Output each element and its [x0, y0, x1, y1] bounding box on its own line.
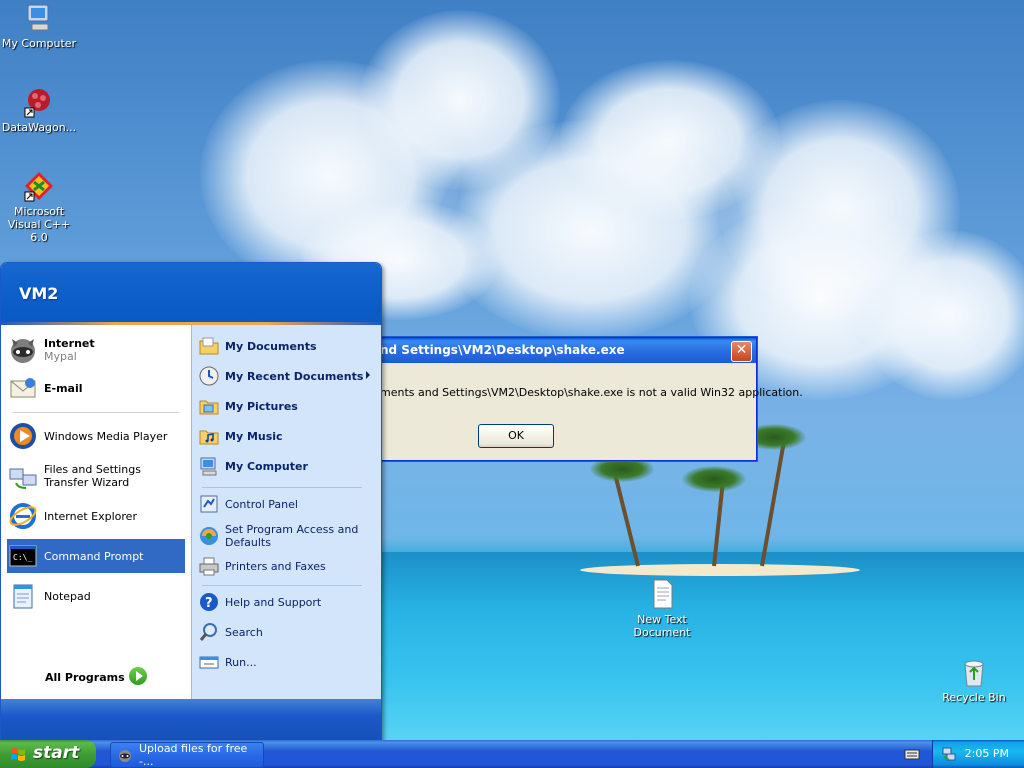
- email-icon: [7, 372, 39, 404]
- run-icon: [198, 651, 220, 673]
- close-icon: ✕: [735, 342, 748, 358]
- datawagon-desktop-icon[interactable]: DataWagon...: [0, 86, 79, 134]
- svg-text:?: ?: [205, 596, 213, 611]
- text-document-icon: [653, 579, 673, 609]
- desktop-icon-label: Recycle Bin: [942, 691, 1006, 704]
- error-dialog: nd Settings\VM2\Desktop\shake.exe ✕ ment…: [373, 337, 803, 461]
- start-item-label: My Pictures: [225, 399, 298, 413]
- start-item-run[interactable]: Run...: [198, 649, 376, 675]
- start-item-label: Files and Settings Transfer Wizard: [44, 463, 141, 489]
- user-name: VM2: [19, 284, 59, 303]
- computer-icon: [198, 455, 220, 477]
- program-access-icon: [198, 525, 220, 547]
- notepad-icon: [7, 580, 39, 612]
- new-text-document-desktop-icon[interactable]: New Text Document: [622, 578, 702, 639]
- start-item-my-pictures[interactable]: My Pictures: [198, 393, 376, 419]
- arrow-right-icon: [129, 667, 147, 685]
- keyboard-icon[interactable]: [904, 746, 920, 762]
- dialog-message: ments and Settings\VM2\Desktop\shake.exe…: [380, 386, 803, 399]
- pictures-folder-icon: [198, 395, 220, 417]
- start-item-printers-and-faxes[interactable]: Printers and Faxes: [198, 553, 376, 579]
- start-label: start: [33, 743, 80, 763]
- taskbar-item-upload[interactable]: Upload files for free -...: [110, 742, 264, 768]
- start-item-label: Control Panel: [225, 497, 298, 511]
- windows-flag-icon: [11, 748, 25, 761]
- start-item-files-settings-transfer[interactable]: Files and Settings Transfer Wizard: [7, 459, 185, 493]
- svg-text:C:\_: C:\_: [13, 553, 32, 562]
- start-item-my-recent-documents[interactable]: My Recent Documents: [198, 363, 376, 389]
- start-item-label: Help and Support: [225, 595, 322, 609]
- start-item-label: My Computer: [225, 459, 308, 473]
- start-item-windows-media-player[interactable]: Windows Media Player: [7, 419, 185, 453]
- start-item-label: Internet Explorer: [44, 509, 137, 523]
- help-icon: ?: [198, 591, 220, 613]
- desktop-icon-label: Microsoft Visual C++ 6.0: [7, 205, 71, 244]
- taskbar-item-label: Upload files for free -...: [139, 742, 248, 768]
- dialog-close-button[interactable]: ✕: [731, 341, 752, 362]
- start-item-label: Printers and Faxes: [225, 559, 326, 573]
- recycle-bin-desktop-icon[interactable]: Recycle Bin: [934, 656, 1014, 704]
- start-item-label: My Documents: [225, 339, 317, 353]
- ok-button[interactable]: OK: [478, 424, 554, 448]
- start-item-my-music[interactable]: My Music: [198, 423, 376, 449]
- start-item-label: Search: [225, 625, 263, 639]
- start-item-command-prompt[interactable]: C:\_ Command Prompt: [7, 539, 185, 573]
- start-menu-footer: [1, 699, 381, 741]
- start-item-label: My Music: [225, 429, 283, 443]
- start-item-my-documents[interactable]: My Documents: [198, 333, 376, 359]
- start-item-notepad[interactable]: Notepad: [7, 579, 185, 613]
- printer-icon: [198, 555, 220, 577]
- start-item-sub: Mypal: [44, 350, 77, 363]
- mypal-raccoon-icon: [7, 334, 39, 366]
- desktop-icon-label: New Text Document: [633, 613, 691, 639]
- start-item-email[interactable]: E-mail: [7, 371, 185, 405]
- dialog-title: nd Settings\VM2\Desktop\shake.exe: [374, 338, 756, 363]
- music-folder-icon: [198, 425, 220, 447]
- mypal-raccoon-icon: [117, 747, 133, 763]
- start-button[interactable]: start: [0, 740, 96, 768]
- start-item-label: Internet: [44, 337, 95, 350]
- start-item-my-computer[interactable]: My Computer: [198, 453, 376, 479]
- internet-explorer-icon: [7, 500, 39, 532]
- my-computer-desktop-icon[interactable]: My Computer: [0, 2, 79, 50]
- start-item-label: Run...: [225, 655, 257, 669]
- transfer-wizard-icon: [7, 460, 39, 492]
- media-player-icon: [7, 420, 39, 452]
- datawagon-icon: [24, 89, 50, 118]
- start-item-search[interactable]: Search: [198, 619, 376, 645]
- taskbar: start Upload files for free -... 2:05 PM: [0, 740, 1024, 768]
- start-item-label: Command Prompt: [44, 549, 144, 563]
- start-item-label: Windows Media Player: [44, 429, 168, 443]
- start-item-internet-explorer[interactable]: Internet Explorer: [7, 499, 185, 533]
- start-item-help-and-support[interactable]: ? Help and Support: [198, 589, 376, 615]
- start-menu-right-pane: My Documents My Recent Documents My Pict…: [191, 325, 381, 699]
- recent-documents-icon: [198, 365, 220, 387]
- visual-cpp-icon: [24, 172, 53, 202]
- start-menu: VM2 Internet Mypal E-mail Windows Media P…: [0, 262, 382, 742]
- desktop-icon-label: My Computer: [1, 37, 77, 50]
- command-prompt-icon: C:\_: [7, 540, 39, 572]
- desktop-icon-label: DataWagon...: [1, 121, 77, 134]
- start-item-label: Set Program Access and Defaults: [225, 523, 359, 549]
- chevron-right-icon: [366, 371, 370, 379]
- start-menu-left-pane: Internet Mypal E-mail Windows Media Playe…: [1, 325, 191, 699]
- start-item-set-program-access[interactable]: Set Program Access and Defaults: [198, 521, 376, 551]
- recycle-bin-icon: [964, 660, 984, 687]
- start-item-label: Notepad: [44, 589, 91, 603]
- system-tray: 2:05 PM: [932, 740, 1024, 768]
- clock[interactable]: 2:05 PM: [965, 747, 1009, 760]
- start-item-control-panel[interactable]: Control Panel: [198, 491, 376, 517]
- msvc-desktop-icon[interactable]: Microsoft Visual C++ 6.0: [0, 170, 79, 244]
- folder-icon: [198, 335, 220, 357]
- computer-icon: [27, 4, 49, 31]
- search-icon: [198, 621, 220, 643]
- start-menu-header: VM2: [1, 263, 381, 325]
- start-item-label: My Recent Documents: [225, 369, 364, 383]
- start-item-internet[interactable]: Internet Mypal: [7, 333, 185, 367]
- control-panel-icon: [198, 493, 220, 515]
- start-item-label: E-mail: [44, 381, 83, 395]
- network-icon[interactable]: [941, 746, 957, 762]
- all-programs-button[interactable]: All Programs: [45, 671, 125, 684]
